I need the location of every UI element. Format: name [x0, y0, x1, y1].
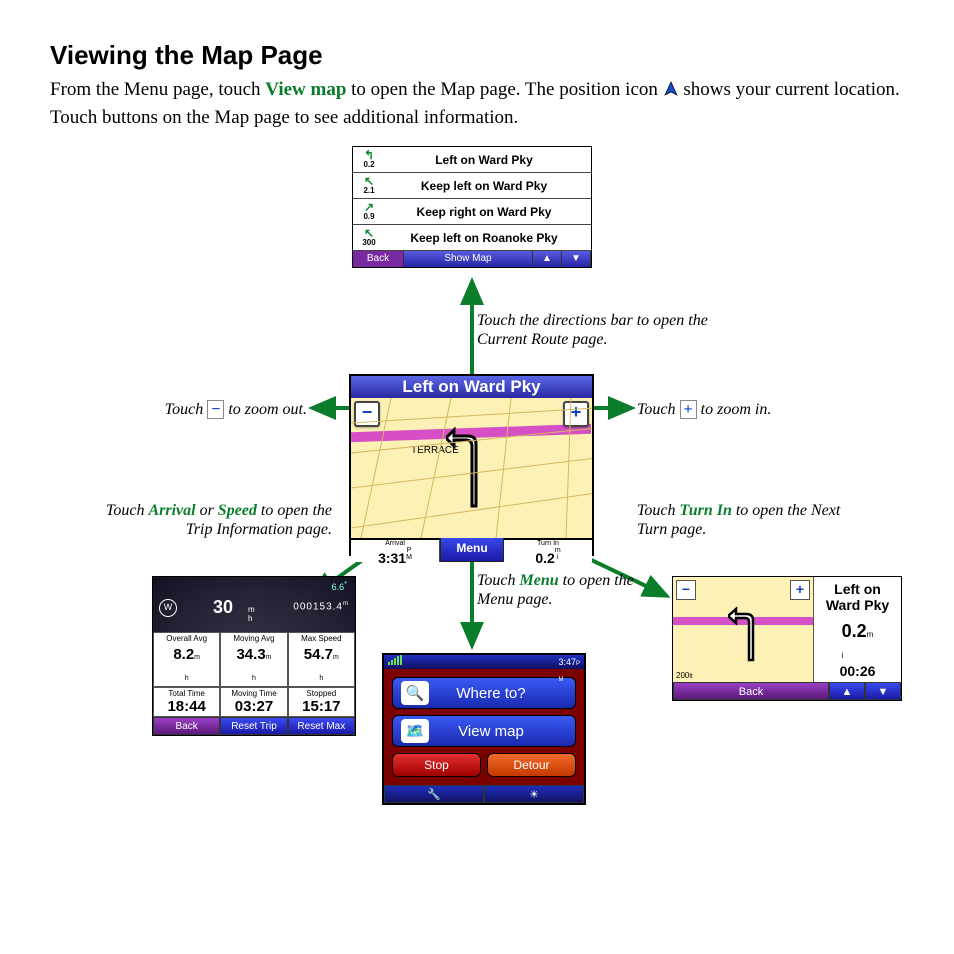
settings-button[interactable]: 🔧 — [384, 785, 484, 803]
back-button[interactable]: Back — [673, 682, 829, 700]
bear-right-icon: ↗ — [357, 202, 381, 212]
turn-left-icon: ↰ — [357, 150, 381, 160]
stat-moving-time: Moving Time03:27 — [220, 687, 287, 717]
map-area[interactable]: TERRACE − + — [351, 398, 592, 538]
minus-icon: − — [207, 400, 224, 419]
zoom-out-button[interactable]: − — [676, 580, 696, 600]
trip-info-screen: W 30 m h 6.6* 000153.4m Overall Avg8.2mh… — [152, 576, 356, 736]
map-scale: 200ft — [676, 671, 693, 680]
ann-zoom-in: Touch + to zoom in. — [637, 400, 771, 419]
ann-directions-bar: Touch the directions bar to open the Cur… — [477, 311, 717, 349]
stat-total-time: Total Time18:44 — [153, 687, 220, 717]
next-turn-screen: − + 200ft Left on Ward Pky 0.2mi 00:26 B… — [672, 576, 902, 701]
direction-row[interactable]: ↗0.9 Keep right on Ward Pky — [353, 199, 591, 225]
reset-trip-button[interactable]: Reset Trip — [220, 717, 287, 735]
turn-arrow-icon — [728, 602, 778, 667]
clock: 3:47PM — [558, 655, 580, 669]
magnifier-icon: 🔍 — [401, 681, 429, 705]
plus-icon: + — [680, 400, 697, 419]
bear-left-icon: ↖ — [357, 228, 381, 238]
menu-button[interactable]: Menu — [440, 536, 504, 562]
direction-row[interactable]: ↖2.1 Keep left on Ward Pky — [353, 173, 591, 199]
next-turn-label: Left on Ward Pky — [814, 581, 901, 613]
map-page-screen: Left on Ward Pky TERRACE − + Arrival3:3 — [349, 374, 594, 556]
position-icon — [663, 79, 679, 105]
stop-button[interactable]: Stop — [392, 753, 481, 777]
trip-dashboard: W 30 m h 6.6* 000153.4m — [153, 577, 355, 632]
stat-moving-avg: Moving Avg34.3mh — [220, 632, 287, 687]
current-speed: 30 — [213, 597, 233, 618]
next-turn-distance: 0.2mi — [842, 621, 874, 663]
view-map-link: View map — [265, 79, 346, 100]
compass-icon: W — [159, 599, 177, 617]
intro-text: From the Menu page, touch View map to op… — [50, 77, 904, 130]
stat-stopped: Stopped15:17 — [288, 687, 355, 717]
page-title: Viewing the Map Page — [50, 40, 904, 71]
reset-max-button[interactable]: Reset Max — [288, 717, 355, 735]
directions-screen: ↰0.2 Left on Ward Pky ↖2.1 Keep left on … — [352, 146, 592, 268]
ann-menu: Touch Menu to open the Menu page. — [477, 571, 657, 609]
scroll-down-button[interactable]: ▼ — [562, 251, 591, 267]
detour-button[interactable]: Detour — [487, 753, 576, 777]
view-map-button[interactable]: 🗺️ View map — [392, 715, 576, 747]
direction-text: Keep left on Ward Pky — [381, 179, 587, 193]
scroll-up-button[interactable]: ▲ — [533, 251, 562, 267]
diagram: Touch the directions bar to open the Cur… — [52, 146, 902, 866]
ann-trip: Touch Arrival or Speed to open the Trip … — [92, 501, 332, 539]
brightness-button[interactable]: ☀ — [484, 785, 584, 803]
where-to-button[interactable]: 🔍 Where to? — [392, 677, 576, 709]
stat-overall-avg: Overall Avg8.2mh — [153, 632, 220, 687]
ann-turn: Touch Turn In to open the Next Turn page… — [637, 501, 847, 539]
arrival-button[interactable]: Arrival3:31P M — [351, 540, 440, 562]
bear-left-icon: ↖ — [357, 176, 381, 186]
direction-text: Left on Ward Pky — [381, 153, 587, 167]
brightness-icon: ☀ — [529, 789, 539, 801]
direction-text: Keep left on Roanoke Pky — [381, 231, 587, 245]
wrench-icon: 🔧 — [427, 789, 441, 801]
ann-zoom-out: Touch − to zoom out. — [122, 400, 307, 419]
turn-in-button[interactable]: Turn In0.2m i — [504, 540, 592, 562]
zoom-in-button[interactable]: + — [790, 580, 810, 600]
map-icon: 🗺️ — [401, 719, 429, 743]
next-turn-button[interactable]: ▼ — [865, 682, 901, 700]
back-button[interactable]: Back — [153, 717, 220, 735]
turn-map: − + 200ft — [673, 577, 814, 682]
next-turn-time: 00:26 — [840, 663, 876, 679]
prev-turn-button[interactable]: ▲ — [829, 682, 865, 700]
stat-max-speed: Max Speed54.7mh — [288, 632, 355, 687]
direction-row[interactable]: ↖300 Keep left on Roanoke Pky — [353, 225, 591, 251]
show-map-button[interactable]: Show Map — [404, 251, 533, 267]
directions-bar[interactable]: Left on Ward Pky — [351, 376, 592, 398]
odometer: 000153.4m — [293, 601, 349, 612]
main-menu-screen: 3:47PM 🔍 Where to? 🗺️ View map Stop Deto… — [382, 653, 586, 805]
direction-row[interactable]: ↰0.2 Left on Ward Pky — [353, 147, 591, 173]
satellite-strength: 6.6* — [332, 579, 347, 592]
speed-unit: m h — [248, 605, 255, 623]
signal-icon — [388, 655, 402, 665]
back-button[interactable]: Back — [353, 251, 404, 267]
direction-text: Keep right on Ward Pky — [381, 205, 587, 219]
